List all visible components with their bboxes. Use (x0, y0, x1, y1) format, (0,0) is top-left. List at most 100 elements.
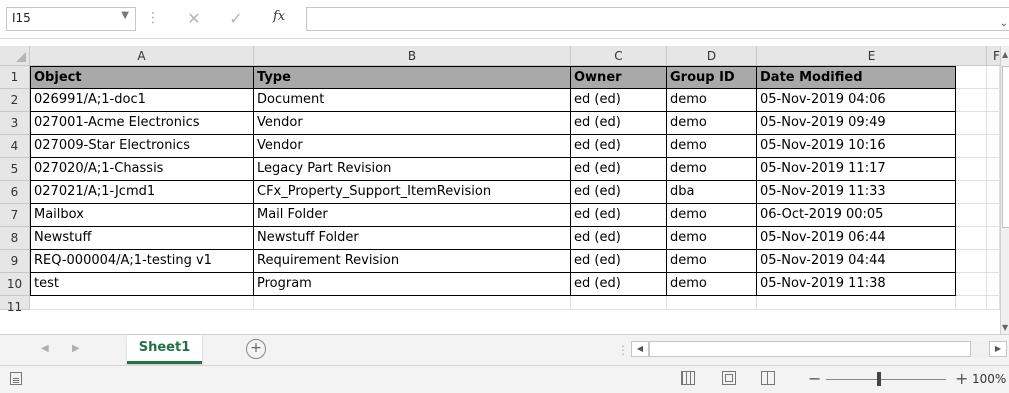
column-header-c[interactable]: C (571, 46, 667, 66)
zoom-in-button[interactable]: + (955, 369, 968, 388)
empty-cell[interactable] (956, 66, 987, 89)
empty-cell[interactable] (987, 66, 1000, 89)
table-cell[interactable]: ed (ed) (571, 89, 667, 112)
empty-cell[interactable] (956, 89, 987, 112)
table-cell[interactable]: demo (667, 204, 757, 227)
empty-cell[interactable] (987, 204, 1000, 227)
table-cell[interactable]: demo (667, 158, 757, 181)
vertical-scroll-thumb[interactable] (1002, 66, 1009, 228)
table-cell[interactable]: Program (254, 273, 571, 296)
empty-cell[interactable] (987, 158, 1000, 181)
empty-cell[interactable] (757, 296, 956, 310)
normal-view-icon[interactable] (681, 371, 695, 385)
table-cell[interactable]: ed (ed) (571, 112, 667, 135)
table-cell[interactable]: demo (667, 250, 757, 273)
empty-cell[interactable] (987, 89, 1000, 112)
empty-cell[interactable] (987, 273, 1000, 296)
zoom-slider[interactable] (826, 379, 946, 380)
table-cell[interactable]: 06-Oct-2019 00:05 (757, 204, 956, 227)
tab-sheet1[interactable]: Sheet1 (127, 335, 202, 364)
table-cell[interactable]: 05-Nov-2019 11:17 (757, 158, 956, 181)
scroll-right-icon[interactable]: ▶ (989, 341, 1007, 357)
prev-sheet-icon[interactable]: ◀ (41, 343, 49, 354)
table-cell[interactable]: demo (667, 227, 757, 250)
column-header-a[interactable]: A (30, 46, 254, 66)
table-cell[interactable]: 05-Nov-2019 09:49 (757, 112, 956, 135)
column-header-d[interactable]: D (667, 46, 757, 66)
table-cell[interactable]: demo (667, 112, 757, 135)
table-cell[interactable]: 05-Nov-2019 11:33 (757, 181, 956, 204)
table-cell[interactable]: 026991/A;1-doc1 (30, 89, 254, 112)
table-cell[interactable]: demo (667, 273, 757, 296)
insert-function-button[interactable]: fx (273, 9, 285, 24)
table-cell[interactable]: ed (ed) (571, 204, 667, 227)
row-header-10[interactable]: 10 (0, 273, 30, 296)
table-cell[interactable]: Legacy Part Revision (254, 158, 571, 181)
empty-cell[interactable] (956, 250, 987, 273)
zoom-out-button[interactable]: − (808, 369, 821, 388)
empty-cell[interactable] (956, 273, 987, 296)
select-all-button[interactable] (0, 46, 30, 66)
scroll-left-icon[interactable]: ◀ (631, 341, 649, 357)
close-icon[interactable]: ✕ (184, 9, 204, 29)
empty-cell[interactable] (956, 204, 987, 227)
table-cell[interactable]: 027020/A;1-Chassis (30, 158, 254, 181)
empty-cell[interactable] (987, 227, 1000, 250)
row-header-4[interactable]: 4 (0, 135, 30, 158)
row-header-5[interactable]: 5 (0, 158, 30, 181)
table-cell[interactable]: ed (ed) (571, 181, 667, 204)
row-header-7[interactable]: 7 (0, 204, 30, 227)
header-cell[interactable]: Owner (571, 66, 667, 89)
empty-cell[interactable] (956, 158, 987, 181)
scroll-down-icon[interactable]: ▼ (1002, 323, 1008, 332)
header-cell[interactable]: Group ID (667, 66, 757, 89)
table-cell[interactable]: Newstuff Folder (254, 227, 571, 250)
column-header-e[interactable]: E (757, 46, 987, 66)
row-header-9[interactable]: 9 (0, 250, 30, 273)
table-cell[interactable]: 027009-Star Electronics (30, 135, 254, 158)
empty-cell[interactable] (571, 296, 667, 310)
table-cell[interactable]: Mail Folder (254, 204, 571, 227)
next-sheet-icon[interactable]: ▶ (72, 343, 80, 354)
table-cell[interactable]: 05-Nov-2019 06:44 (757, 227, 956, 250)
scroll-up-icon[interactable]: ▲ (1002, 50, 1008, 59)
empty-cell[interactable] (987, 296, 1000, 310)
table-cell[interactable]: 05-Nov-2019 04:06 (757, 89, 956, 112)
table-cell[interactable]: demo (667, 89, 757, 112)
row-header-8[interactable]: 8 (0, 227, 30, 250)
formula-input[interactable]: ⌄ (306, 7, 1009, 31)
row-header-6[interactable]: 6 (0, 181, 30, 204)
row-header-3[interactable]: 3 (0, 112, 30, 135)
empty-cell[interactable] (987, 112, 1000, 135)
header-cell[interactable]: Object (30, 66, 254, 89)
table-cell[interactable]: CFx_Property_Support_ItemRevision (254, 181, 571, 204)
table-cell[interactable]: 027021/A;1-Jcmd1 (30, 181, 254, 204)
check-icon[interactable]: ✓ (226, 9, 246, 29)
zoom-slider-thumb[interactable] (877, 372, 881, 386)
row-header-11[interactable]: 11 (0, 296, 30, 314)
table-cell[interactable]: ed (ed) (571, 158, 667, 181)
empty-cell[interactable] (30, 296, 254, 310)
page-layout-view-icon[interactable] (722, 371, 736, 385)
table-cell[interactable]: 05-Nov-2019 04:44 (757, 250, 956, 273)
empty-cell[interactable] (987, 135, 1000, 158)
expand-formula-bar-icon[interactable]: ⌄ (1000, 18, 1008, 29)
zoom-level[interactable]: 100% (972, 372, 1006, 386)
empty-cell[interactable] (956, 181, 987, 204)
name-box[interactable]: I15 ▼ (6, 7, 136, 31)
vertical-scrollbar[interactable]: ▲ ▼ (1000, 46, 1009, 334)
plus-circle-icon[interactable]: + (246, 339, 266, 359)
table-cell[interactable]: demo (667, 135, 757, 158)
horizontal-scrollbar[interactable]: ◀ ▶ (631, 341, 1007, 357)
header-cell[interactable]: Type (254, 66, 571, 89)
table-cell[interactable]: Requirement Revision (254, 250, 571, 273)
table-cell[interactable]: ed (ed) (571, 250, 667, 273)
empty-cell[interactable] (956, 135, 987, 158)
column-header-b[interactable]: B (254, 46, 571, 66)
table-cell[interactable]: ed (ed) (571, 227, 667, 250)
row-header-1[interactable]: 1 (0, 66, 30, 89)
page-break-view-icon[interactable] (761, 371, 775, 385)
empty-cell[interactable] (956, 296, 987, 310)
table-cell[interactable]: REQ-000004/A;1-testing v1 (30, 250, 254, 273)
empty-cell[interactable] (987, 250, 1000, 273)
